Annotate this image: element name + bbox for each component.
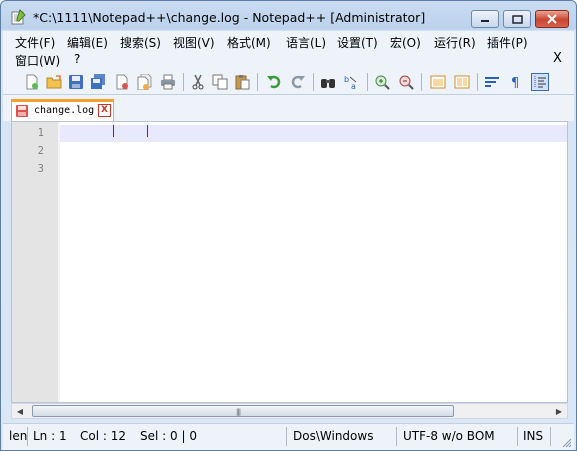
toolbar-separator	[477, 73, 478, 91]
status-column: Col : 12	[80, 429, 126, 443]
minimize-button[interactable]	[471, 10, 499, 28]
cut-icon[interactable]	[189, 73, 207, 91]
menu-run[interactable]: 运行(R)	[434, 34, 476, 51]
new-file-icon[interactable]	[23, 73, 41, 91]
indent-guide-icon[interactable]	[531, 73, 549, 91]
menu-edit[interactable]: 编辑(E)	[67, 34, 108, 51]
toolbar-separator	[313, 73, 314, 91]
menu-settings[interactable]: 设置(T)	[337, 34, 378, 51]
save-icon[interactable]	[67, 73, 85, 91]
status-divider	[550, 427, 551, 446]
toolbar-separator	[257, 73, 258, 91]
maximize-icon	[511, 14, 523, 24]
paste-icon[interactable]	[233, 73, 251, 91]
toolbar-separator	[367, 73, 368, 91]
show-all-chars-icon[interactable]: ¶	[507, 73, 525, 91]
menu-search[interactable]: 搜索(S)	[120, 34, 161, 51]
line-number: 3	[37, 163, 44, 175]
sync-vertical-icon[interactable]	[429, 73, 447, 91]
tab-change-log[interactable]: change.log X	[11, 99, 114, 121]
menu-language[interactable]: 语言(L)	[286, 34, 326, 51]
unsaved-file-icon	[16, 105, 28, 117]
notepad-window: *C:\1111\Notepad++\change.log - Notepad+…	[0, 0, 577, 451]
toolbar-separator	[183, 73, 184, 91]
word-wrap-icon[interactable]	[483, 73, 501, 91]
close-icon[interactable]	[113, 73, 131, 91]
resize-grip-icon[interactable]	[562, 438, 572, 448]
open-file-icon[interactable]	[45, 73, 63, 91]
tab-label: change.log	[34, 105, 95, 116]
zoom-in-icon[interactable]	[373, 73, 391, 91]
menu-window[interactable]: 窗口(W)	[15, 52, 60, 69]
zoom-out-icon[interactable]	[397, 73, 415, 91]
menu-plugins[interactable]: 插件(P)	[487, 34, 528, 51]
status-length: len	[9, 429, 28, 443]
scroll-right-arrow-icon[interactable]: ▶	[551, 404, 567, 418]
status-encoding: UTF-8 w/o BOM	[403, 429, 495, 443]
copy-icon[interactable]	[211, 73, 229, 91]
status-divider	[27, 427, 28, 446]
scroll-left-arrow-icon[interactable]: ◀	[12, 404, 28, 418]
document-tab-bar: change.log X	[3, 95, 574, 121]
menu-view[interactable]: 视图(V)	[173, 34, 215, 51]
undo-icon[interactable]	[265, 73, 283, 91]
status-selection: Sel : 0 | 0	[140, 429, 197, 443]
line-number: 1	[37, 127, 44, 139]
status-bar: len Ln : 1 Col : 12 Sel : 0 | 0 Dos\Wind…	[3, 423, 574, 450]
menu-help[interactable]: ?	[74, 52, 80, 66]
close-all-icon[interactable]	[135, 73, 153, 91]
tab-close-button[interactable]: X	[98, 104, 111, 117]
status-divider	[517, 427, 518, 446]
scrollbar-thumb[interactable]: |||	[32, 405, 454, 417]
close-icon	[547, 14, 557, 24]
menu-format[interactable]: 格式(M)	[227, 34, 271, 51]
status-divider	[286, 427, 287, 446]
menu-macro[interactable]: 宏(O)	[390, 34, 421, 51]
menu-bar: 文件(F) 编辑(E) 搜索(S) 视图(V) 格式(M) 语言(L) 设置(T…	[3, 31, 574, 69]
status-eol: Dos\Windows	[293, 429, 374, 443]
redo-icon[interactable]	[289, 73, 307, 91]
close-window-button[interactable]	[535, 10, 569, 28]
title-bar[interactable]: *C:\1111\Notepad++\change.log - Notepad+…	[1, 1, 576, 31]
status-insert-mode: INS	[523, 429, 544, 443]
notepad-app-icon	[11, 9, 26, 25]
horizontal-scrollbar[interactable]: ◀ ||| ▶	[11, 403, 568, 419]
find-icon[interactable]	[319, 73, 337, 91]
close-document-button[interactable]: X	[553, 51, 562, 66]
toolbar-separator	[421, 73, 422, 91]
print-icon[interactable]	[159, 73, 177, 91]
svg-text:¶: ¶	[511, 76, 519, 90]
text-editor[interactable]: 1 2 3	[11, 121, 568, 403]
grip-icon: |||	[236, 408, 241, 416]
indent-guide-marker	[113, 125, 114, 137]
minimize-icon	[481, 20, 489, 22]
text-caret	[147, 125, 148, 137]
status-line: Ln : 1	[33, 429, 67, 443]
line-number-gutter: 1 2 3	[12, 122, 58, 402]
menu-file[interactable]: 文件(F)	[15, 34, 55, 51]
sync-horizontal-icon[interactable]	[453, 73, 471, 91]
fold-margin	[58, 122, 60, 402]
status-divider	[396, 427, 397, 446]
toolbar: ba ¶	[3, 69, 574, 95]
window-title: *C:\1111\Notepad++\change.log - Notepad+…	[33, 10, 426, 25]
maximize-button[interactable]	[503, 10, 531, 28]
svg-text:a: a	[351, 82, 356, 90]
save-all-icon[interactable]	[89, 73, 107, 91]
svg-text:b: b	[344, 75, 349, 84]
line-number: 2	[37, 145, 44, 157]
current-line-highlight	[60, 125, 567, 142]
replace-icon[interactable]: ba	[343, 73, 361, 91]
